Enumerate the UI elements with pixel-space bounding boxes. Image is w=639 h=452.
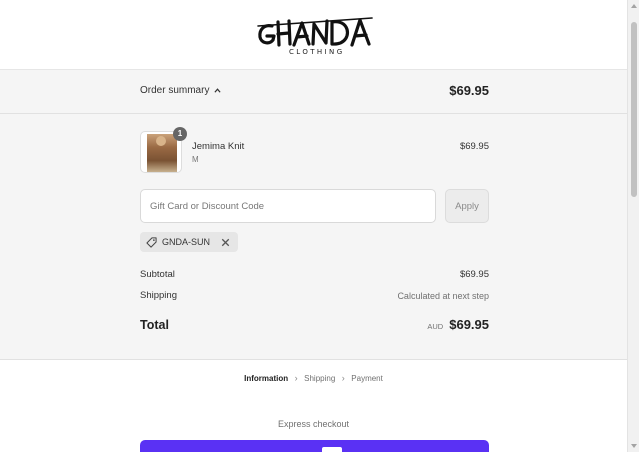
product-variant: M (192, 155, 199, 164)
discount-code-input[interactable] (140, 189, 436, 223)
shop-pay-logo-icon (322, 447, 342, 452)
summary-total-price: $69.95 (449, 83, 489, 98)
vertical-scrollbar[interactable] (627, 0, 639, 452)
shop-pay-button[interactable] (140, 440, 489, 452)
breadcrumb-payment: Payment (351, 373, 383, 383)
header: CLOTHING (0, 0, 627, 70)
apply-discount-button[interactable]: Apply (445, 189, 489, 223)
checkout-page: CLOTHING Order summary $69.95 1 Jemima K… (0, 0, 627, 452)
subtotal-value: $69.95 (459, 269, 489, 280)
total-amount: AUD $69.95 (427, 317, 489, 332)
total-value: $69.95 (449, 317, 489, 332)
shipping-label: Shipping (140, 290, 177, 301)
chevron-right-icon: › (294, 373, 298, 383)
order-summary-details: 1 Jemima Knit M $69.95 Apply GNDA-SUN Su… (0, 114, 627, 360)
applied-discount-chip: GNDA-SUN (140, 232, 239, 252)
chevron-right-icon: › (341, 373, 345, 383)
checkout-breadcrumb: Information › Shipping › Payment (0, 373, 627, 383)
scroll-up-icon[interactable] (631, 4, 637, 8)
product-price: $69.95 (459, 141, 489, 152)
scroll-thumb[interactable] (631, 22, 637, 197)
chevron-up-icon (214, 88, 222, 93)
quantity-badge: 1 (173, 127, 187, 141)
scroll-down-icon[interactable] (631, 444, 637, 448)
order-summary-bar: Order summary $69.95 (0, 70, 627, 114)
currency-code: AUD (427, 322, 444, 331)
shipping-value: Calculated at next step (397, 291, 489, 301)
product-name: Jemima Knit (192, 141, 245, 152)
tag-icon (146, 236, 157, 248)
product-image (147, 134, 177, 172)
total-label: Total (140, 318, 169, 332)
close-icon[interactable] (219, 236, 232, 249)
order-summary-toggle[interactable]: Order summary (140, 85, 222, 96)
applied-discount-code: GNDA-SUN (162, 237, 211, 247)
breadcrumb-information[interactable]: Information (244, 374, 288, 383)
express-checkout-label: Express checkout (277, 419, 350, 429)
subtotal-label: Subtotal (140, 269, 175, 280)
order-summary-label: Order summary (140, 85, 210, 96)
logo-subtext: CLOTHING (289, 48, 345, 56)
breadcrumb-shipping: Shipping (304, 373, 336, 383)
